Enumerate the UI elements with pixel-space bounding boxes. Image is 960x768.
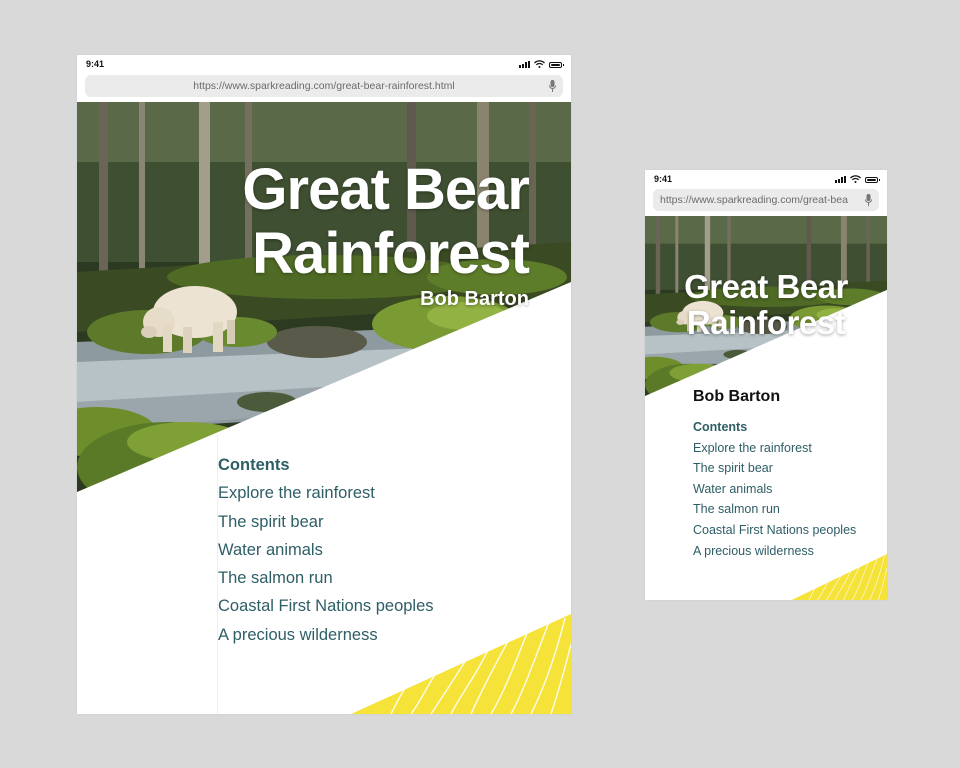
contents-heading: Contents (218, 456, 290, 474)
title-line-1: Great Bear (242, 157, 530, 222)
contents-link-water-animals[interactable]: Water animals (218, 541, 323, 559)
url-text[interactable]: https://www.sparkreading.com/great-bea (660, 194, 848, 206)
contents-link-spirit-bear[interactable]: The spirit bear (693, 461, 773, 475)
contents-link-first-nations[interactable]: Coastal First Nations peoples (693, 523, 856, 537)
yellow-stripe-decoration (331, 614, 571, 714)
browser-toolbar: https://www.sparkreading.com/great-bea (645, 187, 887, 216)
book-author: Bob Barton (693, 388, 781, 405)
status-icons (835, 175, 880, 183)
book-author: Bob Barton (420, 288, 529, 310)
title-line-1: Great Bear (684, 268, 848, 305)
book-title: Great Bear Rainforest (242, 157, 530, 286)
browser-toolbar: https://www.sparkreading.com/great-bear-… (77, 73, 571, 102)
hero-cover: Great Bear Rainforest Bob Barton (77, 102, 571, 492)
address-bar[interactable]: https://www.sparkreading.com/great-bea (653, 189, 879, 211)
contents-link-explore[interactable]: Explore the rainforest (218, 484, 375, 502)
signal-icon (519, 61, 530, 68)
microphone-icon[interactable] (549, 80, 556, 92)
status-time: 9:41 (654, 174, 673, 184)
hero-cover: Great Bear Rainforest (645, 216, 887, 396)
wifi-icon (850, 175, 861, 183)
contents-link-salmon-run[interactable]: The salmon run (693, 502, 780, 516)
status-bar: 9:41 (77, 55, 571, 73)
contents-link-first-nations[interactable]: Coastal First Nations peoples (218, 597, 434, 615)
address-bar[interactable]: https://www.sparkreading.com/great-bear-… (85, 75, 563, 97)
wifi-icon (534, 60, 545, 68)
title-line-2: Rainforest (252, 221, 530, 286)
phone-device: 9:41 https://www.sparkreading.com/great-… (645, 170, 887, 600)
tablet-device: 9:41 https://www.sparkreading.com/great-… (77, 55, 571, 714)
yellow-stripe-decoration (783, 554, 887, 600)
title-line-2: Rainforest (686, 304, 846, 341)
contents-link-spirit-bear[interactable]: The spirit bear (218, 513, 323, 531)
battery-icon (865, 177, 880, 183)
status-icons (519, 60, 564, 68)
status-time: 9:41 (86, 59, 105, 69)
microphone-icon[interactable] (865, 194, 872, 206)
contents-list: Contents Explore the rainforest The spir… (693, 417, 856, 561)
contents-link-salmon-run[interactable]: The salmon run (218, 569, 333, 587)
status-bar: 9:41 (645, 170, 887, 187)
contents-link-water-animals[interactable]: Water animals (693, 482, 772, 496)
url-text[interactable]: https://www.sparkreading.com/great-bear-… (193, 80, 454, 92)
contents-link-explore[interactable]: Explore the rainforest (693, 441, 812, 455)
contents-heading: Contents (693, 420, 748, 434)
signal-icon (835, 176, 846, 183)
battery-icon (549, 62, 564, 68)
book-title: Great Bear Rainforest (645, 269, 887, 341)
